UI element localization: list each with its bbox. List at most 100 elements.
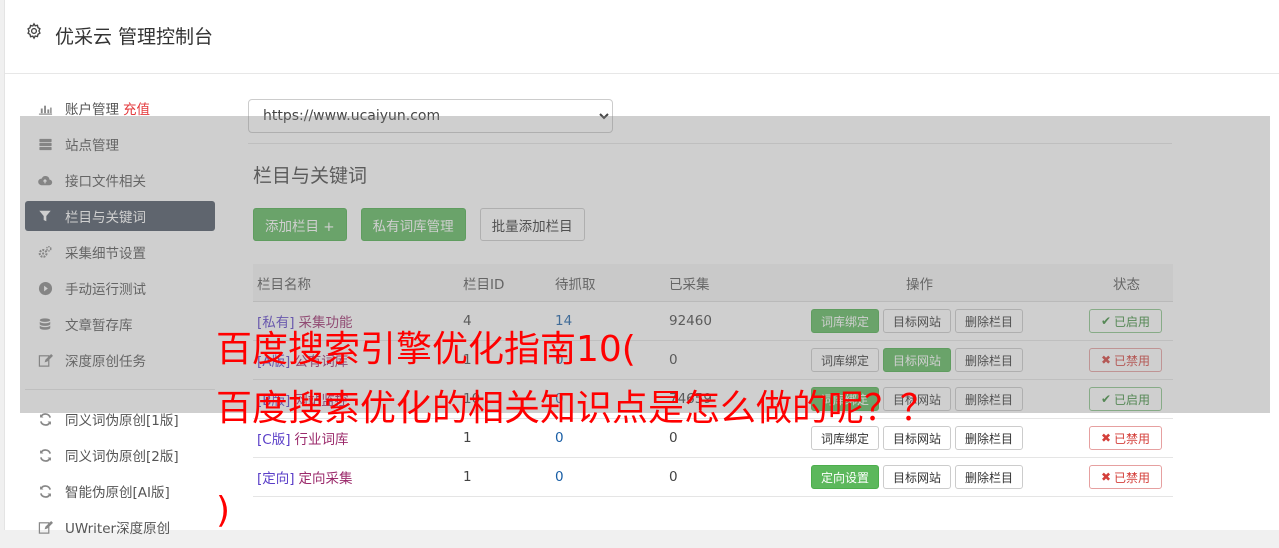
sidebar-item-label: 接口文件相关 [65,174,146,190]
status-toggle-button[interactable]: ✔ 已启用 [1089,387,1162,411]
status-cell: ✔ 已启用 [1089,380,1162,418]
divider [248,143,1172,144]
filter-icon [37,208,53,224]
target-site-button[interactable]: 目标网站 [883,348,952,372]
column-id: 1 [463,469,472,485]
bind-lexicon-button[interactable]: 词库绑定 [811,309,880,333]
delete-column-button[interactable]: 删除栏目 [955,309,1024,333]
sidebar-item[interactable]: 栏目与关键词 [25,201,215,231]
page-title: 优采云 管理控制台 [55,26,214,48]
sidebar-item[interactable]: 同义词伪原创[2版] [25,440,215,470]
sidebar-item-label: 智能伪原创[AI版] [65,485,170,501]
sidebar-divider [25,389,215,390]
sidebar-item[interactable]: 账户管理 充值 [25,93,215,123]
edit-icon [37,352,53,368]
x-icon: ✖ [1100,431,1112,445]
status-cell: ✖ 已禁用 [1089,419,1162,457]
app-window: 优采云 管理控制台 账户管理 充值 站点管理 接口文件相关 栏目与关键词 采集细节设置 手动… [4,0,1279,537]
column-name-link[interactable]: [定向] 定向采集 [257,467,353,487]
overlay-headline-line2: 百度搜索优化的相关知识点是怎么做的呢？？ [216,388,937,429]
status-label: 已禁用 [1114,353,1151,368]
header-id: 栏目ID [463,276,505,293]
collected-count: 0 [669,352,678,368]
refresh-icon [37,483,53,499]
recharge-link[interactable]: 充值 [123,98,150,118]
sidebar-item[interactable]: 同义词伪原创[1版] [25,404,215,434]
add-column-button[interactable]: 添加栏目 + [253,208,347,241]
sidebar-item-label: 同义词伪原创[1版] [65,413,179,429]
collected-count: 92460 [669,313,712,329]
sidebar-item[interactable]: 接口文件相关 [25,165,215,195]
check-icon: ✔ [1100,314,1112,328]
x-icon: ✖ [1100,470,1112,484]
operations-cell: 词库绑定 目标网站 删除栏目 [811,341,1024,379]
sidebar-item[interactable]: 智能伪原创[AI版] [25,476,215,506]
table-header: 栏目名称 栏目ID 待抓取 已采集 操作 状态 [253,264,1173,302]
sidebar-item-label: 文章暂存库 [65,318,133,334]
action-button-row: 添加栏目 + 私有词库管理 批量添加栏目 [253,208,585,241]
overlay-headline-line1: 百度搜索引擎优化指南10( [216,329,636,370]
collected-count: 0 [669,469,678,485]
sidebar-item-label: UWriter深度原创 [65,521,171,537]
refresh-icon [37,411,53,427]
status-toggle-button[interactable]: ✖ 已禁用 [1089,426,1162,450]
play-circle-icon [37,280,53,296]
column-name-cell: [定向] 定向采集 [257,458,353,496]
top-header: 优采云 管理控制台 [5,0,1279,74]
status-cell: ✖ 已禁用 [1089,458,1162,496]
bar-chart-icon [37,100,53,116]
sidebar-item[interactable]: 采集细节设置 [25,237,215,267]
status-label: 已启用 [1114,314,1151,329]
sidebar-item[interactable]: 深度原创任务 [25,345,215,375]
sidebar-item-label: 栏目与关键词 [65,210,146,226]
gear-icon [27,22,41,40]
cogs-icon [37,244,53,260]
delete-column-button[interactable]: 删除栏目 [955,426,1024,450]
header-status: 状态 [1113,276,1140,293]
header-op: 操作 [906,276,933,293]
sidebar-item[interactable]: UWriter深度原创 [25,512,215,542]
x-icon: ✖ [1100,353,1112,367]
header-wait: 待抓取 [555,276,596,293]
section-title: 栏目与关键词 [253,165,368,187]
column-name-link[interactable]: [C版] 行业词库 [257,428,348,448]
column-name: 行业词库 [294,432,349,448]
column-name: 定向采集 [298,471,353,487]
pending-count: 0 [555,469,564,485]
operations-cell: 词库绑定 目标网站 删除栏目 [811,302,1024,340]
refresh-icon [37,447,53,463]
private-lexicon-button[interactable]: 私有词库管理 [360,208,466,241]
sidebar-item[interactable]: 手动运行测试 [25,273,215,303]
sidebar-item-label: 账户管理 [65,102,119,118]
database-icon [37,316,53,332]
status-label: 已禁用 [1114,470,1151,485]
sidebar: 账户管理 充值 站点管理 接口文件相关 栏目与关键词 采集细节设置 手动运行测试 文章暂存库深… [25,93,215,548]
delete-column-button[interactable]: 删除栏目 [955,348,1024,372]
bind-lexicon-button[interactable]: 词库绑定 [811,348,880,372]
sidebar-item[interactable]: 文章暂存库 [25,309,215,339]
sidebar-item-label: 深度原创任务 [65,354,146,370]
header-name: 栏目名称 [257,276,311,293]
delete-column-button[interactable]: 删除栏目 [955,387,1024,411]
status-toggle-button[interactable]: ✖ 已禁用 [1089,465,1162,489]
batch-add-column-button[interactable]: 批量添加栏目 [479,208,585,241]
bind-lexicon-button[interactable]: 定向设置 [811,465,880,489]
edit-icon [37,519,53,535]
sidebar-item-label: 同义词伪原创[2版] [65,449,179,465]
target-site-button[interactable]: 目标网站 [883,309,952,333]
target-site-button[interactable]: 目标网站 [883,465,952,489]
overlay-headline-line3: ) [216,490,231,531]
status-toggle-button[interactable]: ✖ 已禁用 [1089,348,1162,372]
cloud-upload-icon [37,172,53,188]
column-tag: [C版] [257,432,291,448]
sidebar-item[interactable]: 站点管理 [25,129,215,159]
delete-column-button[interactable]: 删除栏目 [955,465,1024,489]
status-cell: ✔ 已启用 [1089,302,1162,340]
status-label: 已启用 [1114,392,1151,407]
site-select[interactable]: https://www.ucaiyun.com [248,99,613,133]
status-label: 已禁用 [1114,431,1151,446]
server-icon [37,136,53,152]
sidebar-item-label: 采集细节设置 [65,246,146,262]
status-cell: ✖ 已禁用 [1089,341,1162,379]
status-toggle-button[interactable]: ✔ 已启用 [1089,309,1162,333]
